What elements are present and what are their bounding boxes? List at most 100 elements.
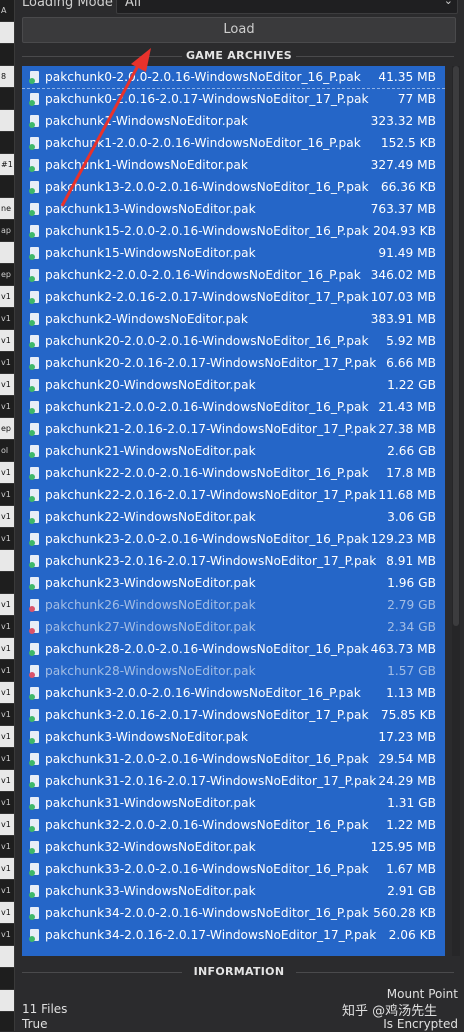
archive-row[interactable]: pakchunk1-2.0.0-2.0.16-WindowsNoEditor_1… — [22, 132, 445, 154]
archive-size: 2.34 GB — [387, 620, 436, 634]
archive-size: 29.54 MB — [378, 752, 436, 766]
archive-row[interactable]: pakchunk33-2.0.0-2.0.16-WindowsNoEditor_… — [22, 858, 445, 880]
archive-row[interactable]: pakchunk15-WindowsNoEditor.pak 91.49 MB — [22, 242, 445, 264]
game-archives-title: GAME ARCHIVES — [185, 49, 293, 62]
strip-cell: v1 — [0, 638, 14, 660]
archive-row[interactable]: pakchunk2-2.0.16-2.0.17-WindowsNoEditor_… — [22, 286, 445, 308]
archive-row[interactable]: pakchunk32-WindowsNoEditor.pak 125.95 MB — [22, 836, 445, 858]
archive-name: pakchunk15-WindowsNoEditor.pak — [45, 246, 256, 260]
archive-row[interactable]: pakchunk22-2.0.16-2.0.17-WindowsNoEditor… — [22, 484, 445, 506]
pak-file-icon — [29, 401, 39, 414]
archive-size: 17.8 MB — [386, 466, 436, 480]
load-button[interactable]: Load — [22, 17, 456, 43]
archive-size: 327.49 MB — [370, 158, 436, 172]
archive-size: 24.29 MB — [378, 774, 436, 788]
left-panel-strip: A 8 #1 ne ap ep v1 v1 v1 v1 v1 v1 ep ol v1 v1 v1 v1 v1 v1 v1… — [0, 0, 15, 1031]
encrypted-value: True — [22, 1017, 48, 1031]
archive-row[interactable]: pakchunk1-WindowsNoEditor.pak 323.32 MB — [22, 110, 445, 132]
pak-file-icon — [29, 929, 39, 942]
strip-cell — [0, 88, 14, 110]
archive-row[interactable]: pakchunk26-WindowsNoEditor.pak 2.79 GB — [22, 594, 445, 616]
archive-list-scrollbar[interactable] — [452, 66, 460, 956]
strip-cell — [0, 22, 14, 44]
archive-row[interactable]: pakchunk33-WindowsNoEditor.pak 2.91 GB — [22, 880, 445, 902]
archive-name: pakchunk31-2.0.0-2.0.16-WindowsNoEditor_… — [45, 752, 369, 766]
pak-file-icon — [29, 577, 39, 590]
archive-size: 560.28 KB — [373, 906, 436, 920]
archive-row[interactable]: pakchunk21-2.0.16-2.0.17-WindowsNoEditor… — [22, 418, 445, 440]
archive-row[interactable]: pakchunk13-2.0.0-2.0.16-WindowsNoEditor_… — [22, 176, 445, 198]
pak-file-icon — [29, 841, 39, 854]
pak-file-icon — [29, 203, 39, 216]
archive-name: pakchunk2-2.0.16-2.0.17-WindowsNoEditor_… — [45, 290, 369, 304]
strip-cell — [0, 572, 14, 594]
game-archives-header: GAME ARCHIVES — [14, 48, 464, 64]
archive-row[interactable]: pakchunk0-2.0.0-2.0.16-WindowsNoEditor_1… — [22, 66, 445, 89]
archive-size: 204.93 KB — [373, 224, 436, 238]
archive-row[interactable]: pakchunk3-WindowsNoEditor.pak 17.23 MB — [22, 726, 445, 748]
archive-row[interactable]: pakchunk1-WindowsNoEditor.pak 327.49 MB — [22, 154, 445, 176]
archive-row[interactable]: pakchunk21-2.0.0-2.0.16-WindowsNoEditor_… — [22, 396, 445, 418]
archive-row[interactable]: pakchunk20-2.0.16-2.0.17-WindowsNoEditor… — [22, 352, 445, 374]
archive-row[interactable]: pakchunk22-2.0.0-2.0.16-WindowsNoEditor_… — [22, 462, 445, 484]
pak-file-icon — [29, 863, 39, 876]
archive-row[interactable]: pakchunk23-WindowsNoEditor.pak 1.96 GB — [22, 572, 445, 594]
archive-row[interactable]: pakchunk28-WindowsNoEditor.pak 1.57 GB — [22, 660, 445, 682]
loading-mode-value: All — [125, 0, 142, 10]
archive-row[interactable]: pakchunk27-WindowsNoEditor.pak 2.34 GB — [22, 616, 445, 638]
pak-file-icon — [29, 797, 39, 810]
archive-row[interactable]: pakchunk31-WindowsNoEditor.pak 1.31 GB — [22, 792, 445, 814]
archive-row[interactable]: pakchunk15-2.0.0-2.0.16-WindowsNoEditor_… — [22, 220, 445, 242]
archive-name: pakchunk34-2.0.16-2.0.17-WindowsNoEditor… — [45, 928, 377, 942]
archive-name: pakchunk0-2.0.16-2.0.17-WindowsNoEditor_… — [45, 92, 369, 106]
strip-cell: A — [0, 0, 14, 22]
archive-list[interactable]: pakchunk0-2.0.0-2.0.16-WindowsNoEditor_1… — [22, 66, 445, 956]
archive-size: 1.22 MB — [386, 818, 436, 832]
archive-row[interactable]: pakchunk31-2.0.0-2.0.16-WindowsNoEditor_… — [22, 748, 445, 770]
archive-name: pakchunk0-2.0.0-2.0.16-WindowsNoEditor_1… — [45, 70, 361, 84]
strip-cell: v1 — [0, 462, 14, 484]
archive-name: pakchunk1-WindowsNoEditor.pak — [45, 114, 248, 128]
archive-row[interactable]: pakchunk2-WindowsNoEditor.pak 383.91 MB — [22, 308, 445, 330]
archive-name: pakchunk21-2.0.16-2.0.17-WindowsNoEditor… — [45, 422, 377, 436]
archive-row[interactable]: pakchunk3-2.0.16-2.0.17-WindowsNoEditor_… — [22, 704, 445, 726]
pak-file-icon — [29, 665, 39, 678]
archive-row[interactable]: pakchunk2-2.0.0-2.0.16-WindowsNoEditor_1… — [22, 264, 445, 286]
strip-cell: v1 — [0, 506, 14, 528]
strip-cell: ap — [0, 220, 14, 242]
strip-cell: v1 — [0, 704, 14, 726]
scrollbar-thumb[interactable] — [453, 66, 459, 626]
archive-row[interactable]: pakchunk20-2.0.0-2.0.16-WindowsNoEditor_… — [22, 330, 445, 352]
archive-row[interactable]: pakchunk32-2.0.0-2.0.16-WindowsNoEditor_… — [22, 814, 445, 836]
archive-row[interactable]: pakchunk0-2.0.16-2.0.17-WindowsNoEditor_… — [22, 88, 445, 110]
archive-name: pakchunk33-WindowsNoEditor.pak — [45, 884, 256, 898]
archive-row[interactable]: pakchunk23-2.0.16-2.0.17-WindowsNoEditor… — [22, 550, 445, 572]
pak-file-icon — [29, 247, 39, 260]
pak-file-icon — [29, 687, 39, 700]
strip-cell — [0, 132, 14, 154]
archive-row[interactable]: pakchunk23-2.0.0-2.0.16-WindowsNoEditor_… — [22, 528, 445, 550]
archive-name: pakchunk15-2.0.0-2.0.16-WindowsNoEditor_… — [45, 224, 369, 238]
archive-row[interactable]: pakchunk34-2.0.16-2.0.17-WindowsNoEditor… — [22, 924, 445, 946]
archive-row[interactable]: pakchunk31-2.0.16-2.0.17-WindowsNoEditor… — [22, 770, 445, 792]
pak-file-icon — [29, 599, 39, 612]
strip-cell — [0, 990, 14, 1012]
archive-row[interactable]: pakchunk21-WindowsNoEditor.pak 2.66 GB — [22, 440, 445, 462]
strip-cell: v1 — [0, 308, 14, 330]
archive-row[interactable]: pakchunk13-WindowsNoEditor.pak 763.37 MB — [22, 198, 445, 220]
archive-row[interactable]: pakchunk22-WindowsNoEditor.pak 3.06 GB — [22, 506, 445, 528]
pak-file-icon — [29, 225, 39, 238]
loading-mode-select[interactable]: All ⌄ — [116, 0, 458, 14]
archive-row[interactable]: pakchunk28-2.0.0-2.0.16-WindowsNoEditor_… — [22, 638, 445, 660]
archive-row[interactable]: pakchunk3-2.0.0-2.0.16-WindowsNoEditor_1… — [22, 682, 445, 704]
pak-file-icon — [29, 423, 39, 436]
archive-row[interactable]: pakchunk34-2.0.0-2.0.16-WindowsNoEditor_… — [22, 902, 445, 924]
strip-cell: v1 — [0, 594, 14, 616]
archive-name: pakchunk23-WindowsNoEditor.pak — [45, 576, 256, 590]
strip-cell: v1 — [0, 748, 14, 770]
pak-file-icon — [29, 379, 39, 392]
archive-size: 1.57 GB — [387, 664, 436, 678]
archive-name: pakchunk3-WindowsNoEditor.pak — [45, 730, 248, 744]
archive-size: 8.91 MB — [386, 554, 436, 568]
archive-row[interactable]: pakchunk20-WindowsNoEditor.pak 1.22 GB — [22, 374, 445, 396]
